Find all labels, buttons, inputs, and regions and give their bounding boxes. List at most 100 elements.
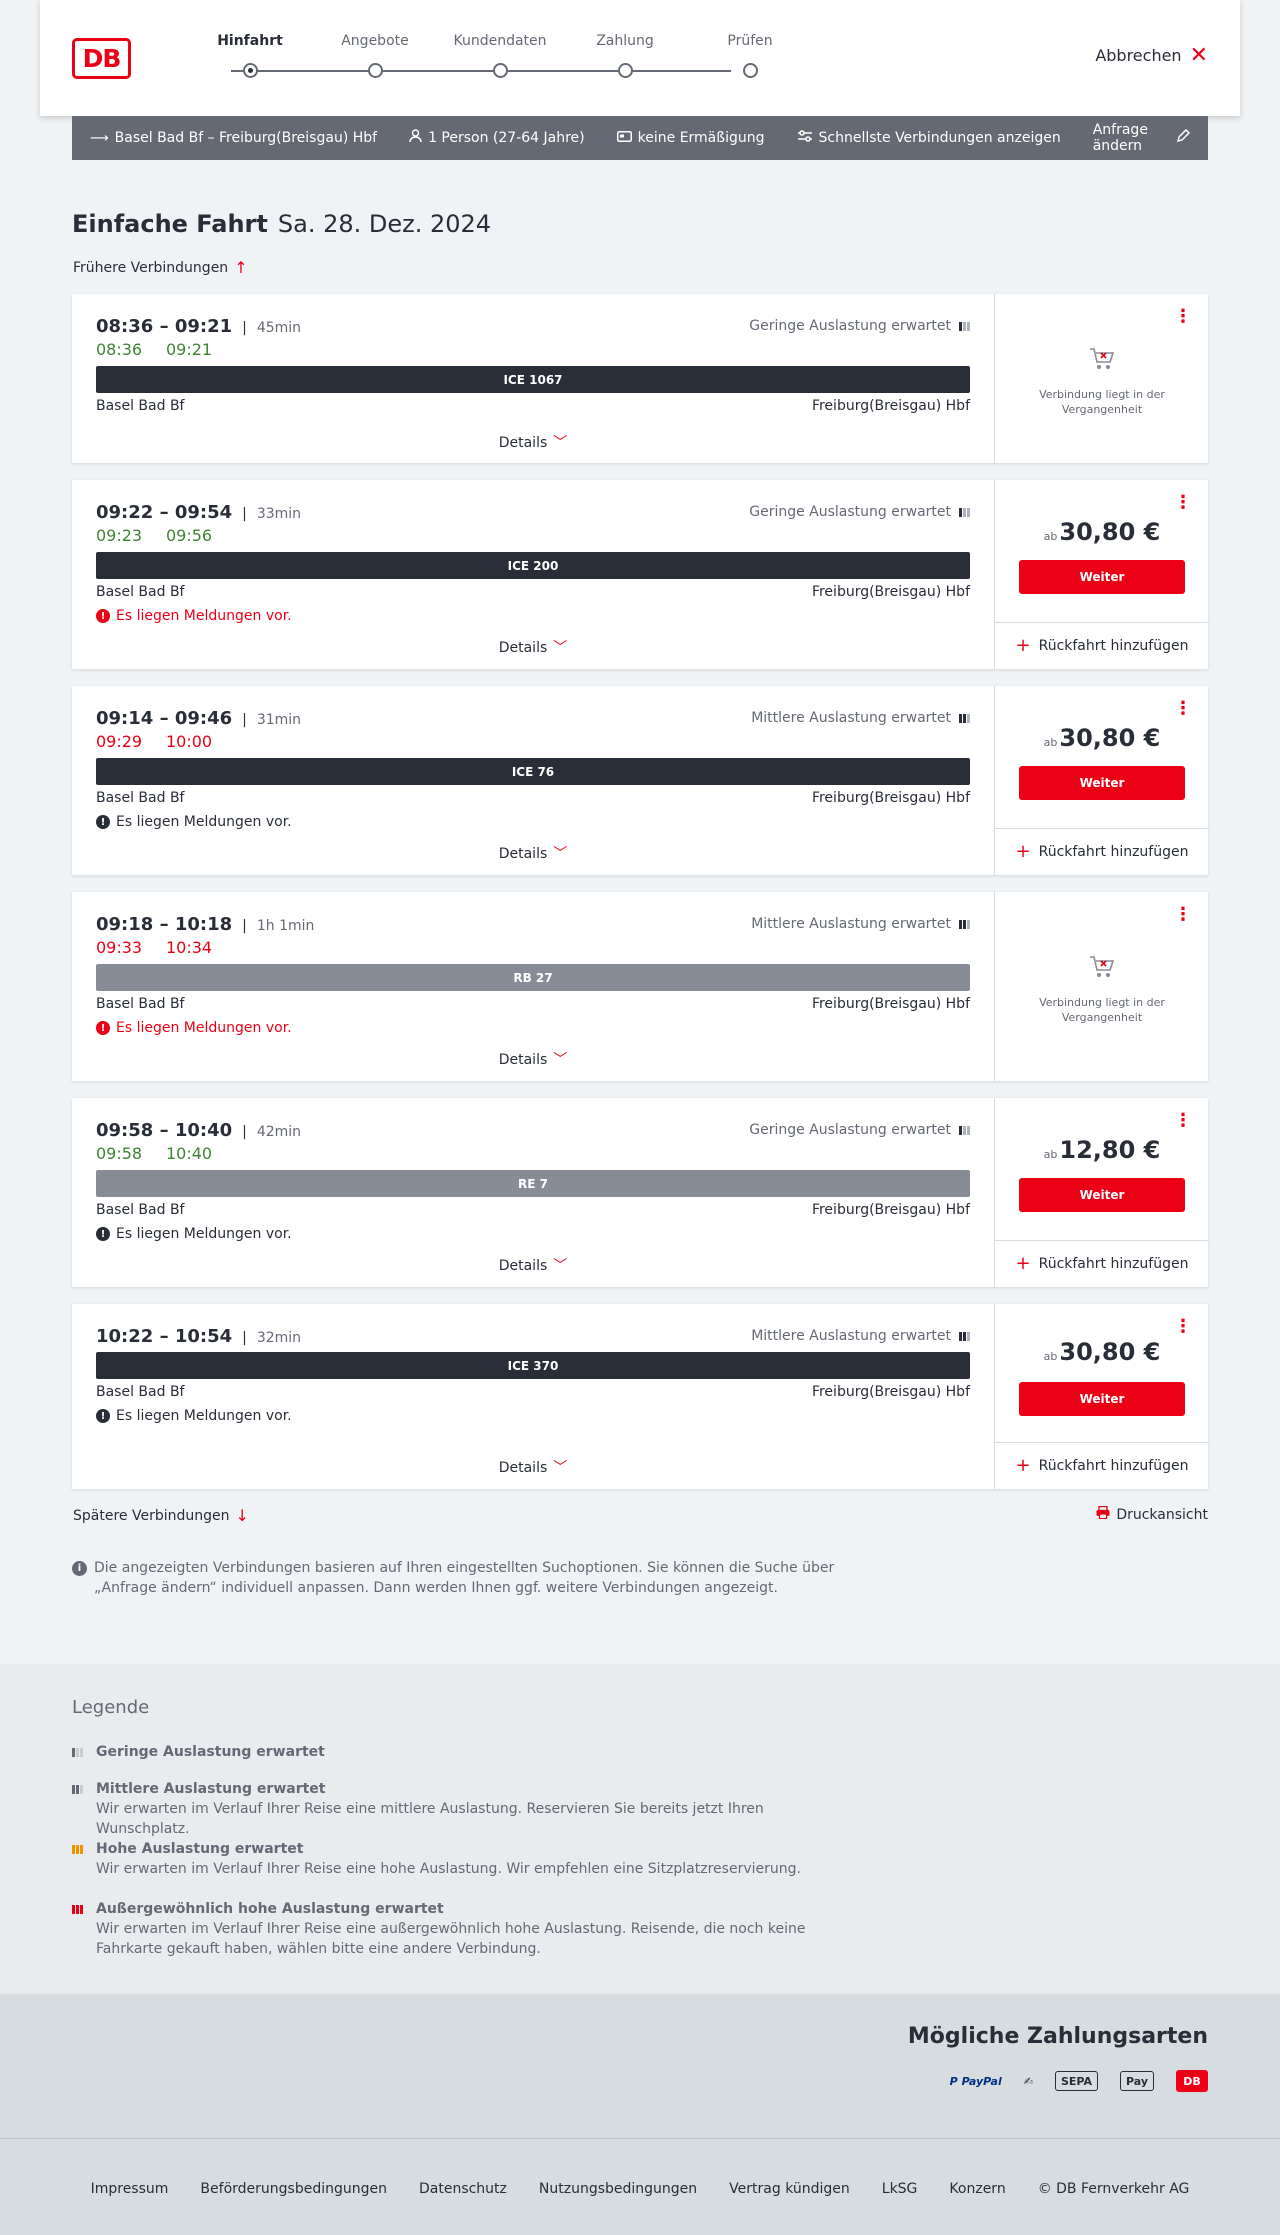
cart-unavailable-icon [1013, 954, 1191, 985]
print-view-link[interactable]: Druckansicht [1096, 1505, 1208, 1523]
realtime-times: 09:29 10:00 [96, 732, 236, 751]
continue-button[interactable]: Weiter [1019, 766, 1185, 800]
details-toggle[interactable]: Details ﹀ [72, 1457, 994, 1477]
planned-times: 08:36 – 09:21 [96, 316, 233, 337]
footer-link-datenschutz[interactable]: Datenschutz [419, 2181, 507, 2197]
realtime-departure: 08:36 [96, 340, 143, 359]
price: ab12,80 € [995, 1136, 1209, 1164]
planned-times: 09:18 – 10:18 [96, 914, 233, 935]
step-hinfahrt[interactable]: Hinfahrt [200, 33, 300, 78]
occupancy-label: Mittlere Auslastung erwartet [751, 1328, 951, 1344]
details-toggle[interactable]: Details ﹀ [72, 432, 994, 452]
more-options-icon[interactable]: ⋮ [1174, 1110, 1192, 1131]
arrival-station: Freiburg(Breisgau) Hbf [811, 1384, 970, 1400]
connection-main[interactable]: 09:18 – 10:18 1h 1min 09:33 10:34 Mittlere… [72, 892, 994, 1081]
price-prefix: ab [1043, 736, 1058, 749]
connection-card: 09:14 – 09:46 31min 09:29 10:00 Mittlere A… [72, 686, 1209, 875]
occupancy-low-icon [959, 1125, 970, 1135]
realtime-arrival: 10:34 [166, 938, 213, 957]
more-options-icon[interactable]: ⋮ [1174, 904, 1192, 925]
discount-label: keine Ermäßigung [637, 130, 765, 146]
occupancy-indicator: Mittlere Auslastung erwartet [751, 1328, 970, 1344]
add-return-trip-button[interactable]: + Rückfahrt hinzufügen [995, 828, 1209, 875]
step-dot [493, 63, 508, 78]
connection-main[interactable]: 08:36 – 09:21 45min 08:36 09:21 Geringe Au… [72, 294, 994, 463]
price-prefix: ab [1043, 530, 1058, 543]
details-toggle[interactable]: Details ﹀ [72, 843, 994, 863]
step-angebote: Angebote [325, 33, 425, 78]
paypal-icon: P PayPal [949, 2074, 1002, 2088]
footer-link-konzern[interactable]: Konzern [949, 2181, 1005, 2197]
connection-main[interactable]: 09:14 – 09:46 31min 09:29 10:00 Mittlere A… [72, 686, 994, 875]
realtime-departure: 09:58 [96, 1144, 143, 1163]
more-options-icon[interactable]: ⋮ [1174, 698, 1192, 719]
planned-times: 09:14 – 09:46 [96, 708, 233, 729]
details-toggle[interactable]: Details ﹀ [72, 1049, 994, 1069]
step-label: Angebote [341, 33, 409, 49]
details-toggle[interactable]: Details ﹀ [72, 1255, 994, 1275]
train-bar: RB 27 [96, 964, 970, 991]
continue-button[interactable]: Weiter [1019, 1178, 1185, 1212]
add-return-trip-button[interactable]: + Rückfahrt hinzufügen [995, 622, 1209, 669]
payment-icons: P PayPal ✍ SEPA Pay DB [950, 2070, 1208, 2092]
stepper-line [231, 70, 731, 72]
duration: 33min [242, 506, 301, 522]
legend-item-medium: Mittlere Auslastung erwartet Wir erwarte… [72, 1779, 832, 1839]
planned-times: 09:58 – 10:40 [96, 1120, 233, 1141]
connection-main[interactable]: 09:58 – 10:40 42min 09:58 10:40 Geringe Au… [72, 1098, 994, 1287]
footer-link-lksg[interactable]: LkSG [882, 2181, 918, 2197]
legend-description: Wir erwarten im Verlauf Ihrer Reise eine… [96, 1861, 801, 1877]
occupancy-extreme-icon [72, 1904, 90, 1914]
footer-link-vertrag-kuendigen[interactable]: Vertrag kündigen [729, 2181, 850, 2197]
more-options-icon[interactable]: ⋮ [1174, 1316, 1192, 1337]
realtime-arrival: 09:56 [166, 526, 213, 545]
occupancy-label: Mittlere Auslastung erwartet [751, 916, 951, 932]
message-text: Es liegen Meldungen vor. [116, 1226, 292, 1242]
chevron-down-icon: ﹀ [553, 1258, 568, 1274]
connection-main[interactable]: 09:22 – 09:54 33min 09:23 09:56 Geringe Au… [72, 480, 994, 669]
occupancy-indicator: Geringe Auslastung erwartet [749, 318, 970, 334]
return-label: Rückfahrt hinzufügen [1038, 844, 1189, 860]
header: DB Hinfahrt Angebote Kundendaten Zahlung… [40, 0, 1240, 116]
disruption-message: ! Es liegen Meldungen vor. [96, 1020, 292, 1036]
continue-button[interactable]: Weiter [1019, 1382, 1185, 1416]
more-options-icon[interactable]: ⋮ [1174, 492, 1192, 513]
later-label: Spätere Verbindungen [73, 1507, 230, 1524]
more-options-icon[interactable]: ⋮ [1174, 306, 1192, 327]
connection-times: 09:58 – 10:40 42min [96, 1120, 301, 1141]
edit-request-button[interactable]: Anfrage ändern [1093, 122, 1191, 154]
details-label: Details [498, 1258, 548, 1274]
info-icon: i [72, 1561, 87, 1576]
chevron-down-icon: ﹀ [553, 435, 568, 451]
arrow-up-icon: ↑ [234, 258, 248, 277]
footer-link-befoerderungsbedingungen[interactable]: Beförderungsbedingungen [200, 2181, 387, 2197]
connection-card: 09:18 – 10:18 1h 1min 09:33 10:34 Mittlere… [72, 892, 1208, 1081]
plus-icon: + [1015, 635, 1031, 656]
add-return-trip-button[interactable]: + Rückfahrt hinzufügen [995, 1240, 1209, 1287]
earlier-connections-link[interactable]: Frühere Verbindungen ↑ [73, 258, 248, 277]
legend-heading: Außergewöhnlich hohe Auslastung erwartet [96, 1901, 444, 1917]
past-connection-notice: Verbindung liegt in der Vergangenheit [995, 346, 1209, 417]
realtime-arrival: 10:40 [166, 1144, 213, 1163]
step-dot [368, 63, 383, 78]
alert-icon: ! [96, 1021, 110, 1035]
step-zahlung: Zahlung [575, 33, 675, 78]
details-toggle[interactable]: Details ﹀ [72, 637, 994, 657]
connection-main[interactable]: 10:22 – 10:54 32min Mittlere Auslastung e… [72, 1304, 994, 1489]
footer-link-nutzungsbedingungen[interactable]: Nutzungsbedingungen [539, 2181, 697, 2197]
occupancy-indicator: Mittlere Auslastung erwartet [751, 916, 970, 932]
step-dot [743, 63, 758, 78]
price: ab30,80 € [995, 1338, 1209, 1366]
continue-button[interactable]: Weiter [1019, 560, 1185, 594]
later-connections-link[interactable]: Spätere Verbindungen ↓ [73, 1506, 249, 1525]
departure-station: Basel Bad Bf [96, 1384, 185, 1400]
arrow-down-icon: ↓ [235, 1506, 249, 1525]
cancel-button[interactable]: Abbrechen ✕ [1095, 44, 1208, 66]
price-value: 12,80 € [1059, 1136, 1161, 1164]
add-return-trip-button[interactable]: + Rückfahrt hinzufügen [995, 1442, 1209, 1489]
connection-offer: ⋮ Verbindung liegt in der Vergangenheit [994, 294, 1208, 463]
footer-link-impressum[interactable]: Impressum [91, 2181, 169, 2197]
db-logo[interactable]: DB [72, 38, 131, 79]
trip-type: Einfache Fahrt [72, 210, 268, 238]
pencil-icon [1176, 128, 1191, 147]
